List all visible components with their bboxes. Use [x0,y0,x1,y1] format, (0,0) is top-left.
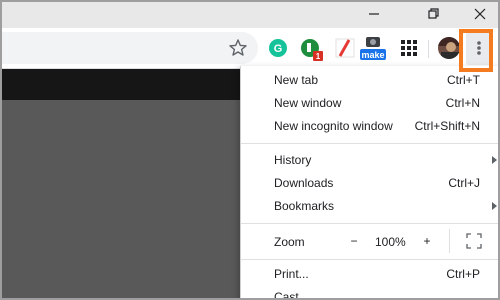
menu-item-label: New tab [274,73,319,87]
page-header-area [0,69,240,100]
grammarly-extension-icon[interactable]: G [267,37,289,59]
fullscreen-icon [466,233,482,249]
profile-avatar[interactable] [437,36,461,60]
menu-item-new-incognito-window[interactable]: New incognito window Ctrl+Shift+N [241,115,500,138]
menu-item-shortcut: Ctrl+N [445,96,480,110]
apps-grid-icon[interactable] [398,37,420,59]
ext-green-badge-icon[interactable]: 1 [299,37,325,61]
address-bar[interactable] [0,32,258,64]
grammarly-letter: G [274,43,283,55]
menu-item-cast[interactable]: Cast... [241,286,500,300]
menu-item-label: History [274,153,312,167]
toolbar-separator [428,40,429,58]
page-content-area [0,100,240,300]
menu-separator [241,259,500,260]
menu-item-shortcut: Ctrl+P [446,267,480,281]
restore-button[interactable] [416,0,452,28]
menu-item-bookmarks[interactable]: Bookmarks [241,195,500,218]
title-bar [0,0,500,28]
zoom-out-button[interactable]: − [341,229,367,253]
submenu-arrow-icon [492,156,497,164]
menu-separator [241,143,500,144]
extension-badge-count: 1 [316,52,321,61]
zoom-minus-glyph: − [350,234,358,248]
menu-item-new-window[interactable]: New window Ctrl+N [241,92,500,115]
menu-item-shortcut: Ctrl+Shift+N [414,119,480,133]
submenu-arrow-icon [492,202,497,210]
ext-red-slash-icon[interactable] [334,37,356,59]
menu-button-highlight [459,29,493,72]
close-button[interactable] [462,0,498,28]
ext-make-icon[interactable]: make [360,35,386,61]
restore-icon [428,8,439,19]
menu-item-label: New incognito window [274,119,393,133]
menu-item-new-tab[interactable]: New tab Ctrl+T [241,69,500,92]
menu-item-label: Cast... [274,290,309,300]
minimize-icon [369,13,379,15]
zoom-in-button[interactable]: + [414,229,440,253]
menu-item-label: Print... [274,267,309,281]
star-icon[interactable] [228,38,248,58]
menu-item-label: New window [274,96,342,110]
zoom-divider [449,229,450,253]
menu-item-shortcut: Ctrl+T [447,73,480,87]
make-label: make [361,50,384,60]
minimize-button[interactable] [356,0,392,28]
fullscreen-button[interactable] [461,229,487,253]
zoom-row: Zoom − 100% + [241,227,500,255]
menu-item-label: Downloads [274,176,334,190]
browser-toolbar: G 1 make [0,28,500,69]
menu-separator [241,223,500,224]
zoom-label: Zoom [274,235,305,249]
zoom-plus-glyph: + [423,234,431,248]
menu-item-shortcut: Ctrl+J [448,176,480,190]
menu-item-label: Bookmarks [274,199,335,213]
menu-item-downloads[interactable]: Downloads Ctrl+J [241,172,500,195]
menu-item-print[interactable]: Print... Ctrl+P [241,263,500,286]
chrome-main-menu: New tab Ctrl+T New window Ctrl+N New inc… [240,66,500,300]
menu-item-history[interactable]: History [241,149,500,172]
zoom-level: 100% [375,235,406,249]
close-icon [474,8,486,20]
